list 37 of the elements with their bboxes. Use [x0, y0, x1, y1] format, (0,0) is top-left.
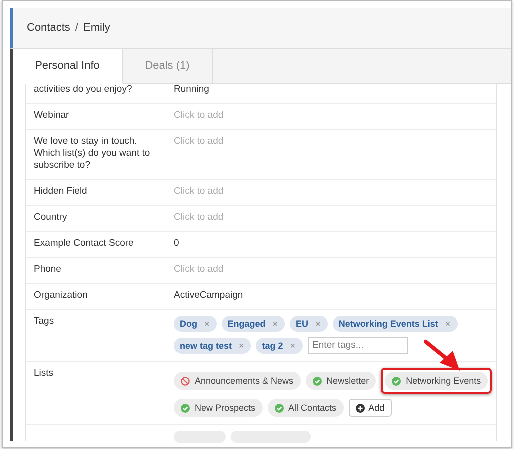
remove-icon[interactable]: ×: [314, 319, 322, 329]
tag-chip[interactable]: new tag test ×: [174, 338, 252, 354]
field-label: Phone: [33, 264, 62, 276]
list-chip[interactable]: All Contacts: [268, 399, 344, 417]
remove-icon[interactable]: ×: [238, 340, 246, 350]
remove-icon[interactable]: ×: [204, 319, 211, 329]
field-label: Lists: [33, 368, 55, 381]
list-chip[interactable]: Newsletter: [306, 372, 376, 390]
field-label: Tags: [33, 316, 56, 329]
tag-chip[interactable]: EU ×: [290, 316, 328, 332]
remove-icon[interactable]: ×: [289, 340, 297, 350]
list-chip[interactable]: New Prospects: [174, 399, 263, 417]
field-value: ActiveCampaign: [174, 290, 244, 301]
field-label: activities do you enjoy?: [33, 84, 134, 96]
tag-chip[interactable]: Networking Events List ×: [332, 316, 458, 332]
list-chip[interactable]: Networking Events: [385, 372, 488, 390]
breadcrumb-link[interactable]: Contacts: [27, 22, 70, 34]
breadcrumb-current: Emily: [83, 22, 110, 34]
tag-chip[interactable]: Engaged ×: [222, 316, 286, 332]
field-label: We love to stay in touch. Which list(s) do you want to subscribe to?: [33, 136, 152, 172]
field-value: 0: [174, 238, 180, 249]
field-label: Country: [33, 212, 68, 224]
field-label: Organization: [33, 290, 89, 302]
tag-input-field[interactable]: Enter tags...: [308, 337, 408, 354]
list-chip[interactable]: Announcements & News: [174, 372, 301, 390]
tag-chip[interactable]: tag 2 ×: [256, 338, 303, 354]
tab[interactable]: Personal Info: [13, 49, 123, 84]
breadcrumb-separator: /: [75, 22, 78, 34]
remove-icon[interactable]: ×: [272, 319, 280, 329]
field-label: Hidden Field: [33, 186, 88, 198]
field-label: Example Contact Score: [33, 238, 135, 250]
add-button[interactable]: Add: [348, 399, 392, 417]
plus-icon: [356, 404, 365, 412]
field-value: Running: [174, 84, 210, 95]
field-label: Webinar: [33, 110, 70, 122]
remove-icon[interactable]: ×: [444, 319, 452, 329]
tag-chip[interactable]: Dog ×: [174, 316, 217, 332]
